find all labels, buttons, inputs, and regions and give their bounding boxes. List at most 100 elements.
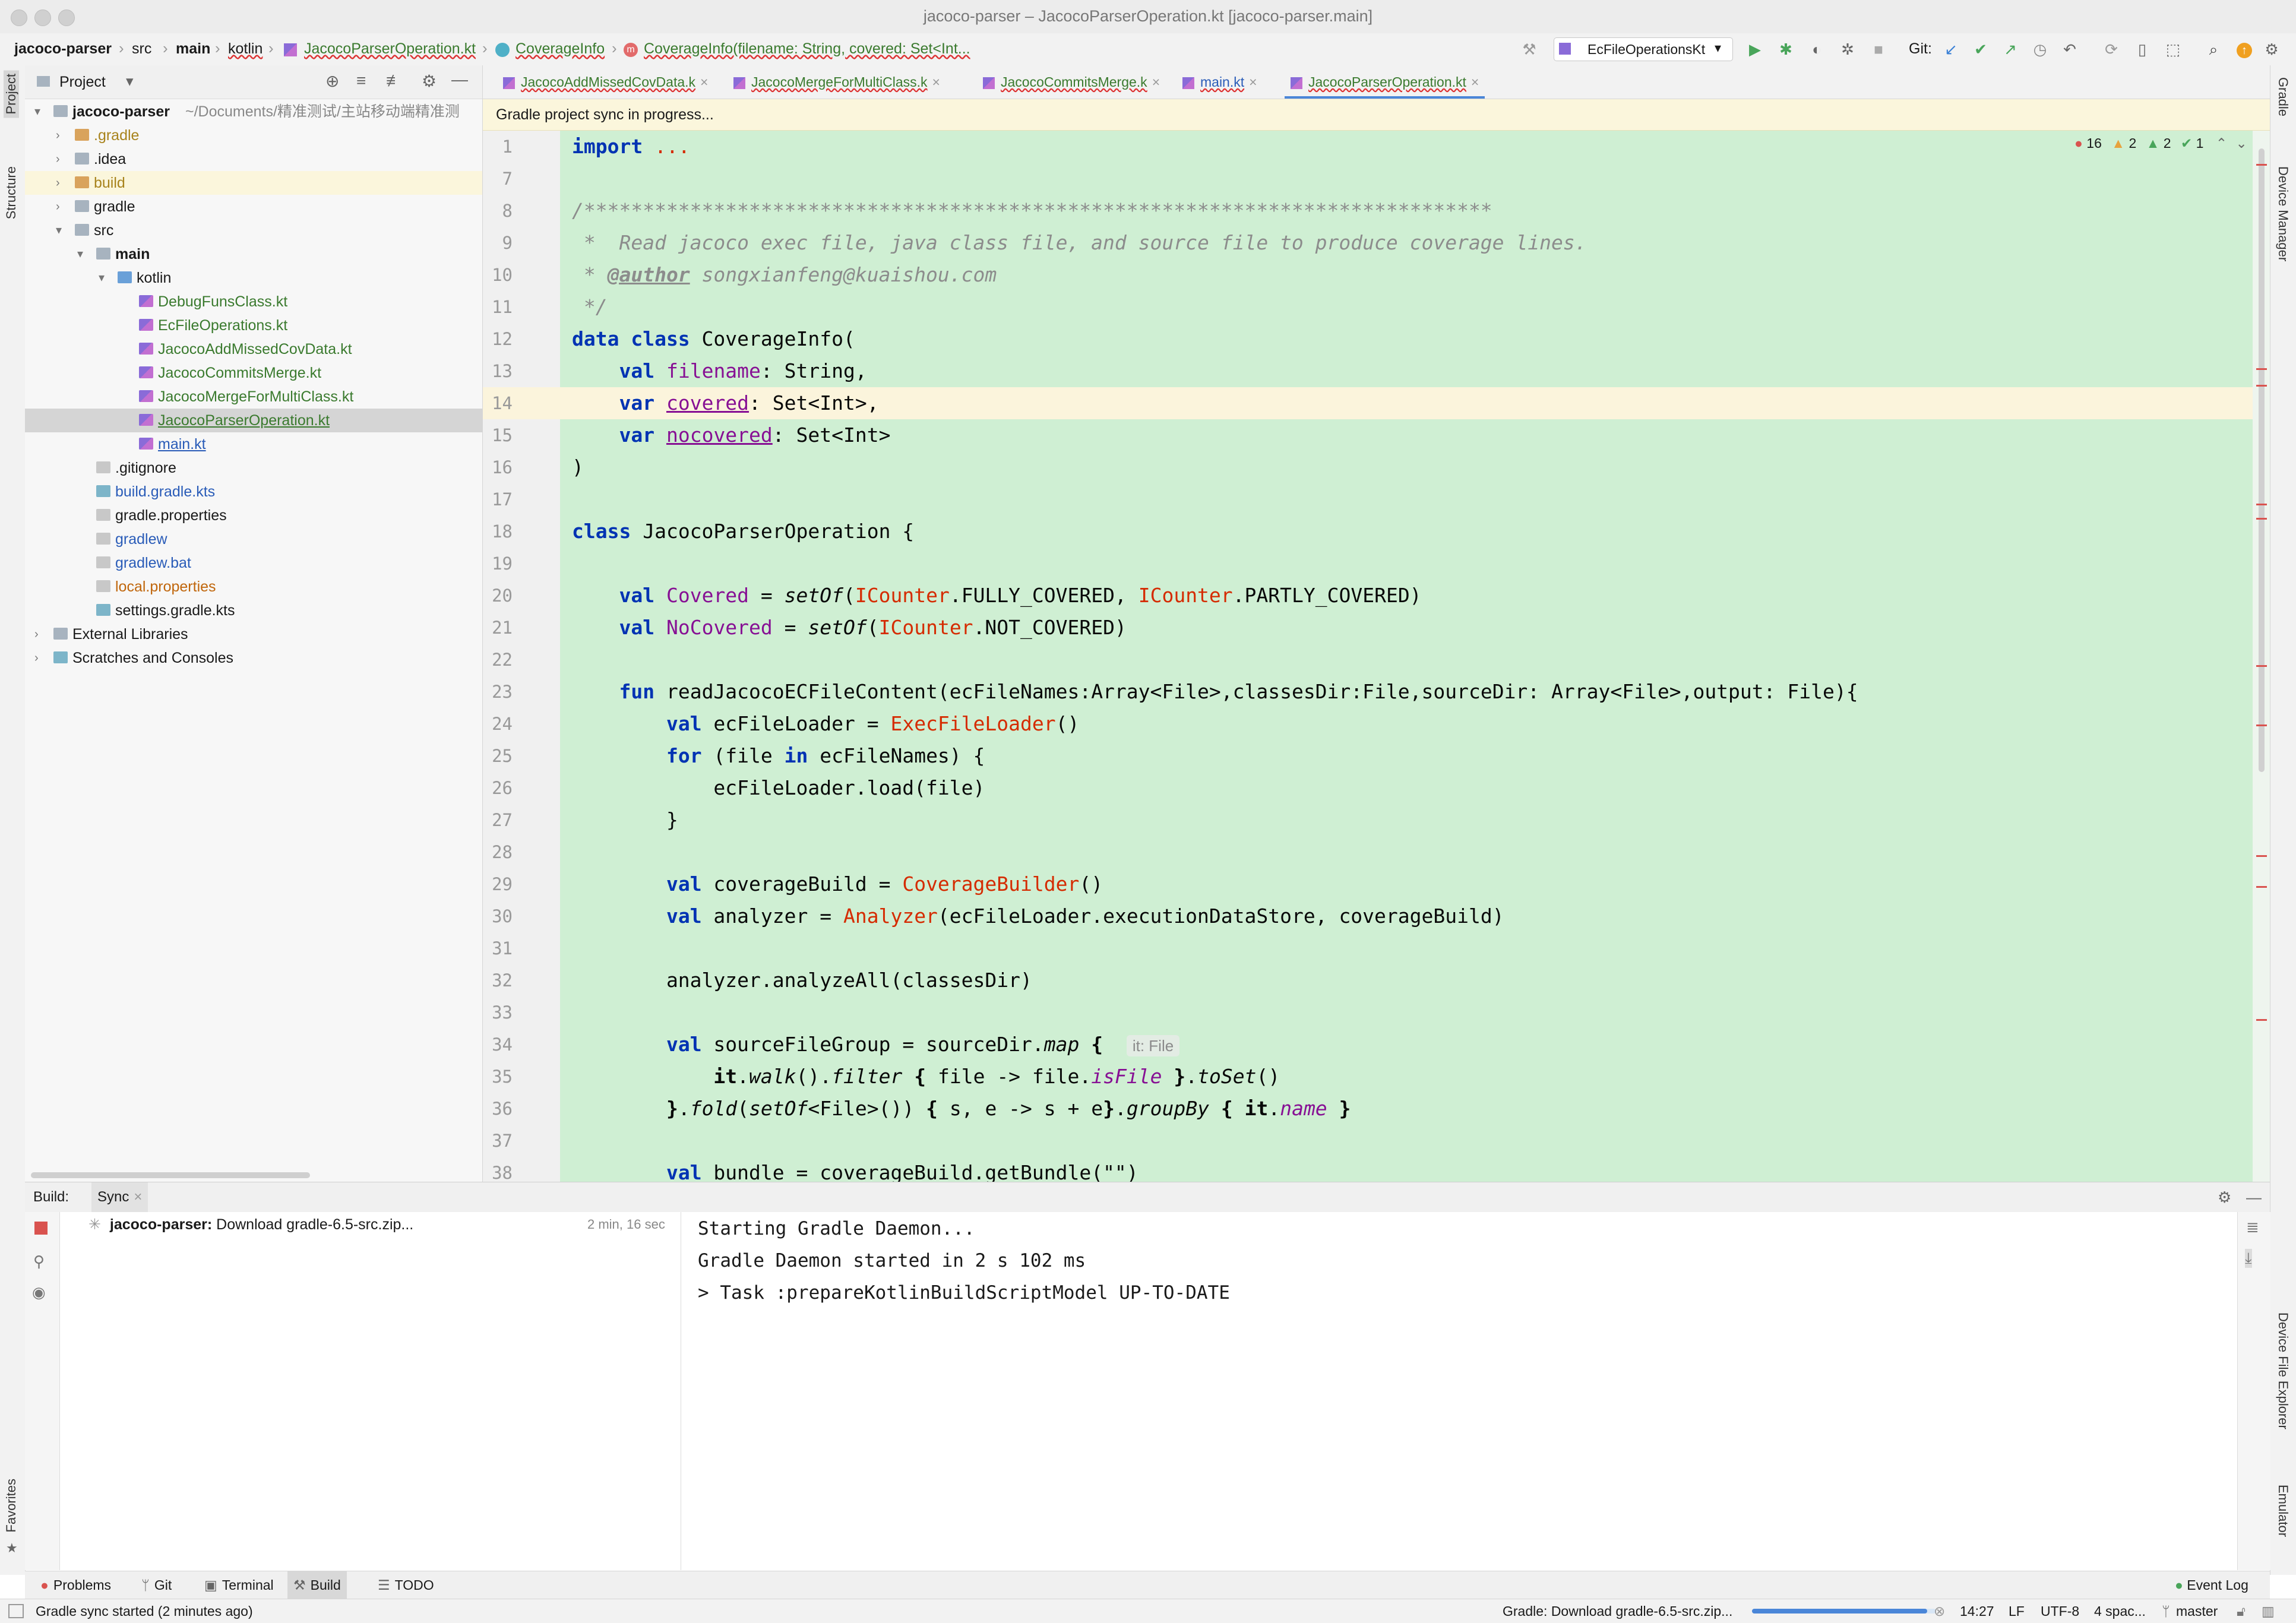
chevron-right-icon[interactable]: ›: [34, 622, 49, 646]
error-mark[interactable]: [2256, 385, 2267, 387]
chevron-down-icon[interactable]: ⌄: [2236, 135, 2247, 151]
line-number[interactable]: 21: [483, 612, 513, 644]
code-text[interactable]: val NoCovered = setOf(ICounter.NOT_COVER…: [572, 612, 1126, 644]
chevron-right-icon[interactable]: ›: [56, 124, 70, 147]
chevron-down-icon[interactable]: ▾: [126, 72, 134, 90]
code-line[interactable]: 27 }: [483, 804, 2253, 836]
breadcrumb-kotlin[interactable]: kotlin: [228, 40, 263, 58]
tool-tab[interactable]: ⚒ Build: [287, 1571, 347, 1599]
memory-icon[interactable]: ▥: [2262, 1599, 2275, 1623]
line-number[interactable]: 28: [483, 836, 513, 868]
soft-wrap-icon[interactable]: ≣: [2246, 1218, 2259, 1236]
file-encoding[interactable]: UTF-8: [2041, 1599, 2079, 1623]
error-mark[interactable]: [2256, 855, 2267, 857]
tree-item[interactable]: main.kt: [25, 432, 482, 456]
breadcrumb-class[interactable]: CoverageInfo: [516, 40, 605, 58]
gear-icon[interactable]: ⚙: [422, 71, 437, 91]
tree-item[interactable]: local.properties: [25, 575, 482, 599]
line-number[interactable]: 12: [483, 323, 513, 355]
code-line[interactable]: 37: [483, 1125, 2253, 1157]
code-line[interactable]: 20 val Covered = setOf(ICounter.FULLY_CO…: [483, 580, 2253, 612]
tree-item[interactable]: DebugFunsClass.kt: [25, 290, 482, 314]
inspection-widget[interactable]: ● 16 ▲ 2 ▲ 2 ✔ 1 ⌃ ⌄: [2074, 135, 2247, 151]
line-number[interactable]: 11: [483, 291, 513, 323]
chevron-down-icon[interactable]: ▾: [99, 266, 113, 290]
tree-item[interactable]: settings.gradle.kts: [25, 599, 482, 622]
structure-tool-tab[interactable]: Structure: [4, 166, 19, 219]
code-line[interactable]: 23 fun readJacocoECFileContent(ecFileNam…: [483, 676, 2253, 708]
line-number[interactable]: 18: [483, 515, 513, 548]
eye-icon[interactable]: ◉: [32, 1283, 46, 1302]
line-number[interactable]: 33: [483, 996, 513, 1029]
tree-item[interactable]: gradlew.bat: [25, 551, 482, 575]
tree-item[interactable]: gradle.properties: [25, 504, 482, 527]
build-console[interactable]: Starting Gradle Daemon... Gradle Daemon …: [681, 1212, 2237, 1570]
code-text[interactable]: var covered: Set<Int>,: [572, 387, 878, 419]
scroll-to-end-icon[interactable]: ⤓: [2245, 1249, 2252, 1268]
search-icon[interactable]: ⌕: [2205, 40, 2222, 58]
gradle-sync-icon[interactable]: ⟳: [2102, 40, 2120, 58]
error-mark[interactable]: [2256, 368, 2267, 370]
event-log-button[interactable]: ● Event Log: [2175, 1571, 2248, 1599]
hide-icon[interactable]: —: [2246, 1182, 2262, 1212]
code-line[interactable]: 38 val bundle = coverageBuild.getBundle(…: [483, 1157, 2253, 1182]
code-text[interactable]: ecFileLoader.load(file): [572, 772, 985, 804]
code-line[interactable]: 13 val filename: String,: [483, 355, 2253, 387]
gradle-tool-tab[interactable]: Gradle: [2275, 77, 2291, 116]
line-number[interactable]: 17: [483, 483, 513, 515]
tree-item[interactable]: build.gradle.kts: [25, 480, 482, 504]
project-tool-tab[interactable]: Project: [4, 70, 19, 118]
status-message[interactable]: Gradle sync started (2 minutes ago): [36, 1599, 253, 1623]
line-number[interactable]: 7: [483, 163, 513, 195]
line-number[interactable]: 23: [483, 676, 513, 708]
breadcrumb-main[interactable]: main: [176, 40, 210, 58]
code-line[interactable]: 36 }.fold(setOf<File>()) { s, e -> s + e…: [483, 1093, 2253, 1125]
code-text[interactable]: val coverageBuild = CoverageBuilder(): [572, 868, 1103, 900]
code-text[interactable]: * Read jacoco exec file, java class file…: [572, 227, 1587, 259]
line-number[interactable]: 14: [483, 387, 513, 419]
line-number[interactable]: 20: [483, 580, 513, 612]
code-text[interactable]: val ecFileLoader = ExecFileLoader(): [572, 708, 1079, 740]
tree-item[interactable]: › External Libraries: [25, 622, 482, 646]
line-separator[interactable]: LF: [2009, 1599, 2025, 1623]
code-line[interactable]: 12 data class CoverageInfo(: [483, 323, 2253, 355]
collapse-all-icon[interactable]: ≢: [386, 71, 403, 90]
line-number[interactable]: 25: [483, 740, 513, 772]
breadcrumb-constructor[interactable]: CoverageInfo(filename: String, covered: …: [644, 40, 970, 58]
code-line[interactable]: 31: [483, 932, 2253, 964]
code-text[interactable]: import ...: [572, 131, 690, 163]
history-icon[interactable]: ◷: [2031, 40, 2049, 58]
tree-item[interactable]: JacocoAddMissedCovData.kt: [25, 337, 482, 361]
line-number[interactable]: 37: [483, 1125, 513, 1157]
locate-icon[interactable]: ⊕: [325, 71, 339, 91]
hide-icon[interactable]: —: [451, 70, 468, 89]
editor-tab[interactable]: main.kt ×: [1177, 65, 1263, 99]
editor-tab[interactable]: JacocoParserOperation.kt ×: [1285, 65, 1485, 99]
code-line[interactable]: 32 analyzer.analyzeAll(classesDir): [483, 964, 2253, 996]
breadcrumb-project[interactable]: jacoco-parser: [14, 40, 112, 58]
code-text[interactable]: ): [572, 451, 584, 483]
error-mark[interactable]: [2256, 504, 2267, 505]
tree-item[interactable]: › gradle: [25, 195, 482, 219]
line-number[interactable]: 26: [483, 772, 513, 804]
line-number[interactable]: 10: [483, 259, 513, 291]
chevron-right-icon[interactable]: ›: [56, 195, 70, 219]
code-line[interactable]: 15 var nocovered: Set<Int>: [483, 419, 2253, 451]
breadcrumb-src[interactable]: src: [132, 40, 151, 58]
line-number[interactable]: 16: [483, 451, 513, 483]
code-line[interactable]: 18 class JacocoParserOperation {: [483, 515, 2253, 548]
breadcrumb-file[interactable]: JacocoParserOperation.kt: [304, 40, 476, 58]
code-line[interactable]: 10 * @author songxianfeng@kuaishou.com: [483, 259, 2253, 291]
run-config-select[interactable]: EcFileOperationsKt ▾: [1554, 37, 1733, 61]
pin-icon[interactable]: ⚲: [33, 1252, 45, 1271]
error-mark[interactable]: [2256, 725, 2267, 726]
code-line[interactable]: 11 */: [483, 291, 2253, 323]
chevron-right-icon[interactable]: ›: [56, 147, 70, 171]
tree-item[interactable]: ▾ src: [25, 219, 482, 242]
tree-item[interactable]: › .gradle: [25, 124, 482, 147]
tree-item[interactable]: ▾ main: [25, 242, 482, 266]
chevron-right-icon[interactable]: ›: [56, 171, 70, 195]
error-mark[interactable]: [2256, 665, 2267, 667]
coverage-icon[interactable]: ◐: [1808, 40, 1826, 58]
sdk-manager-icon[interactable]: ⬚: [2164, 40, 2182, 58]
